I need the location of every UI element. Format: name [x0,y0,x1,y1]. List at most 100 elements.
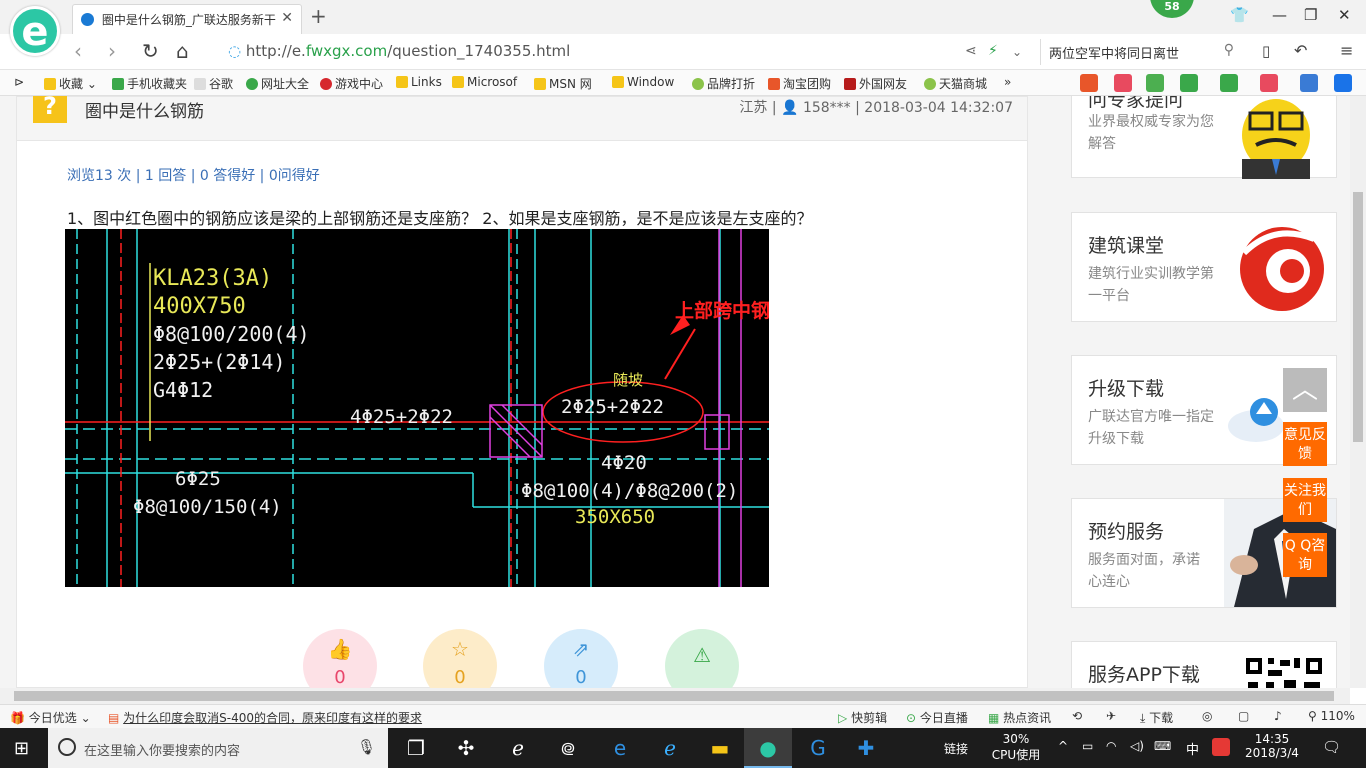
refresh-icon[interactable]: ↻ [142,39,159,63]
microphone-icon[interactable]: 🎙 [357,738,376,756]
sidebar-app-download[interactable]: 服务APP下载 [1071,641,1337,688]
new-tab-icon[interactable]: + [310,4,327,28]
bookmark-item[interactable]: 收藏 ⌄ [44,75,97,92]
tray-chevron-icon[interactable]: ^ [1058,739,1068,753]
bookmark-item[interactable]: 手机收藏夹 [112,75,187,92]
bookmark-item[interactable]: Links [396,75,442,89]
sidebar-ask-expert[interactable]: 问专家提问 业界最权威专家为您解答 [1071,96,1337,179]
bookmark-item[interactable]: Window [612,75,674,89]
browser-logo-icon[interactable]: e [10,6,60,56]
share-icon[interactable]: ⋖ [965,43,977,59]
beam-name-label: KLA23(3A) [153,266,272,291]
bookmarks-overflow-icon[interactable]: » [1004,75,1011,89]
browser-tab[interactable]: 圈中是什么钢筋_广联达服务新干 ✕ [72,4,302,34]
wifi-icon[interactable]: ◠ [1106,739,1116,753]
follow-us-button[interactable]: 关注我们 [1283,478,1327,522]
cpu-meter[interactable]: 30% CPU使用 [988,732,1044,763]
back-icon[interactable]: ‹ [74,39,82,63]
minimize-icon[interactable]: — [1272,6,1287,24]
link-toolbar[interactable]: 链接 [944,740,968,757]
share-button[interactable]: ⇗ 0 [544,629,618,688]
sogou-input-icon[interactable] [1212,738,1230,756]
shirt-skin-icon[interactable]: 👕 [1230,6,1249,24]
menu-icon[interactable]: ≡ [1340,41,1353,60]
lightning-icon[interactable]: ⚡ [988,43,998,59]
scrollbar-thumb[interactable] [14,691,1334,701]
forward-icon[interactable]: › [108,39,116,63]
ie-browser-icon[interactable]: ℯ [494,728,542,768]
bookmark-item[interactable]: 天猫商城 [924,75,987,92]
bookmark-item[interactable]: 品牌打折 [692,75,755,92]
favorite-button[interactable]: ☆ 0 [423,629,497,688]
taskbar-search-input[interactable]: 在这里输入你要搜索的内容 🎙 [48,728,388,768]
vertical-scrollbar[interactable] [1350,96,1366,688]
undo-icon[interactable]: ↶ [1294,41,1307,60]
download-icon[interactable] [1334,74,1352,92]
back-to-top-button[interactable]: ︿ [1283,368,1327,412]
tab-close-icon[interactable]: ✕ [281,10,293,26]
horizontal-scrollbar[interactable] [0,688,1350,704]
keyboard-icon[interactable]: ⌨ [1154,739,1171,753]
hot-news-button[interactable]: ▦ 热点资讯 [988,709,1051,726]
sound-icon[interactable]: ♪ [1274,709,1282,723]
sidebar-toggle-icon[interactable]: ⊳ [14,75,24,89]
globe-status-icon[interactable]: ◎ [1202,709,1212,723]
shield-icon[interactable] [1180,74,1198,92]
volume-icon[interactable]: ◁) [1130,739,1144,753]
home-icon[interactable]: ⌂ [176,39,189,63]
report-button[interactable]: ⚠ [665,629,739,688]
today-picks[interactable]: 🎁 今日优选 ⌄ [10,709,91,726]
bookmark-item[interactable]: MSN 网 [534,75,592,92]
clock[interactable]: 14:35 2018/3/4 [1244,732,1300,760]
search-icon[interactable]: ⚲ [1224,42,1234,58]
notification-badge[interactable]: 58 [1150,0,1194,18]
bookmark-item[interactable]: 淘宝团购 [768,75,831,92]
sidebar-classroom[interactable]: 建筑课堂 建筑行业实训教学第一平台 [1071,212,1337,322]
notification-center-icon[interactable]: 🗨 [1322,738,1341,756]
cad-drawing[interactable]: KLA23(3A) 400X750 Φ8@100/200(4) 2Φ25+(2Φ… [65,229,769,587]
plus-app-icon[interactable]: ✚ [842,728,890,768]
task-view-icon[interactable]: ❐ [392,728,440,768]
live-button[interactable]: ⊙ 今日直播 [906,709,968,726]
chevron-down-icon[interactable]: ⌄ [1012,45,1022,59]
spiral-app-icon[interactable]: ᪤ [544,728,592,768]
book-icon[interactable] [1146,74,1164,92]
window-icon[interactable]: ▢ [1238,709,1249,723]
scrollbar-thumb[interactable] [1353,192,1363,442]
bookmark-item[interactable]: 网址大全 [246,75,309,92]
edge-icon[interactable]: e [596,728,644,768]
g-app-icon[interactable]: G [794,728,842,768]
windows-start-icon[interactable]: ⊞ [14,738,29,759]
discount-icon[interactable] [1114,74,1132,92]
news-ticker[interactable]: ▤ 为什么印度会取消S-400的合同，原来印度有这样的要求 [108,709,422,726]
mobile-icon[interactable]: ▯ [1262,42,1270,60]
tv-icon[interactable] [1080,74,1098,92]
zoom-level[interactable]: ⚲ 110% [1308,709,1355,723]
download-button[interactable]: ⤓ 下载 [1140,709,1173,726]
magnifier-icon[interactable] [1300,74,1318,92]
bookmark-item[interactable]: 游戏中心 [320,75,383,92]
scissors-icon[interactable] [1260,74,1278,92]
close-window-icon[interactable]: ✕ [1338,6,1351,24]
translate-icon[interactable] [1220,74,1238,92]
speed-icon[interactable]: ⟲ [1072,709,1082,723]
internet-explorer-icon[interactable]: ℯ [646,728,694,768]
ime-indicator[interactable]: 中 [1186,739,1199,758]
feedback-button[interactable]: 意见反馈 [1283,422,1327,466]
fan-app-icon[interactable]: ✣ [442,728,490,768]
qq-consult-button[interactable]: Q Q咨询 [1283,533,1327,577]
annotation-arrow [664,328,696,380]
battery-icon[interactable]: ▭ [1082,739,1093,753]
bookmark-item[interactable]: 谷歌 [194,75,233,92]
pin-icon[interactable]: ✈ [1106,709,1116,723]
question-card: ? 圈中是什么钢筋 江苏 | 👤 158*** | 2018-03-04 14:… [16,96,1028,688]
search-input[interactable]: 两位空军中将同日离世 ⚲ [1040,39,1240,65]
360-browser-icon[interactable]: ● [744,728,792,768]
kuaijianji-button[interactable]: ▷ 快剪辑 [838,709,887,726]
like-button[interactable]: 👍 0 [303,629,377,688]
bookmark-item[interactable]: Microsof [452,75,517,89]
url-input[interactable]: ◌ http://e.fwxgx.com/question_1740355.ht… [222,39,1032,65]
bookmark-item[interactable]: 外国网友 [844,75,907,92]
file-explorer-icon[interactable]: ▬ [696,728,744,768]
restore-icon[interactable]: ❐ [1304,6,1317,24]
